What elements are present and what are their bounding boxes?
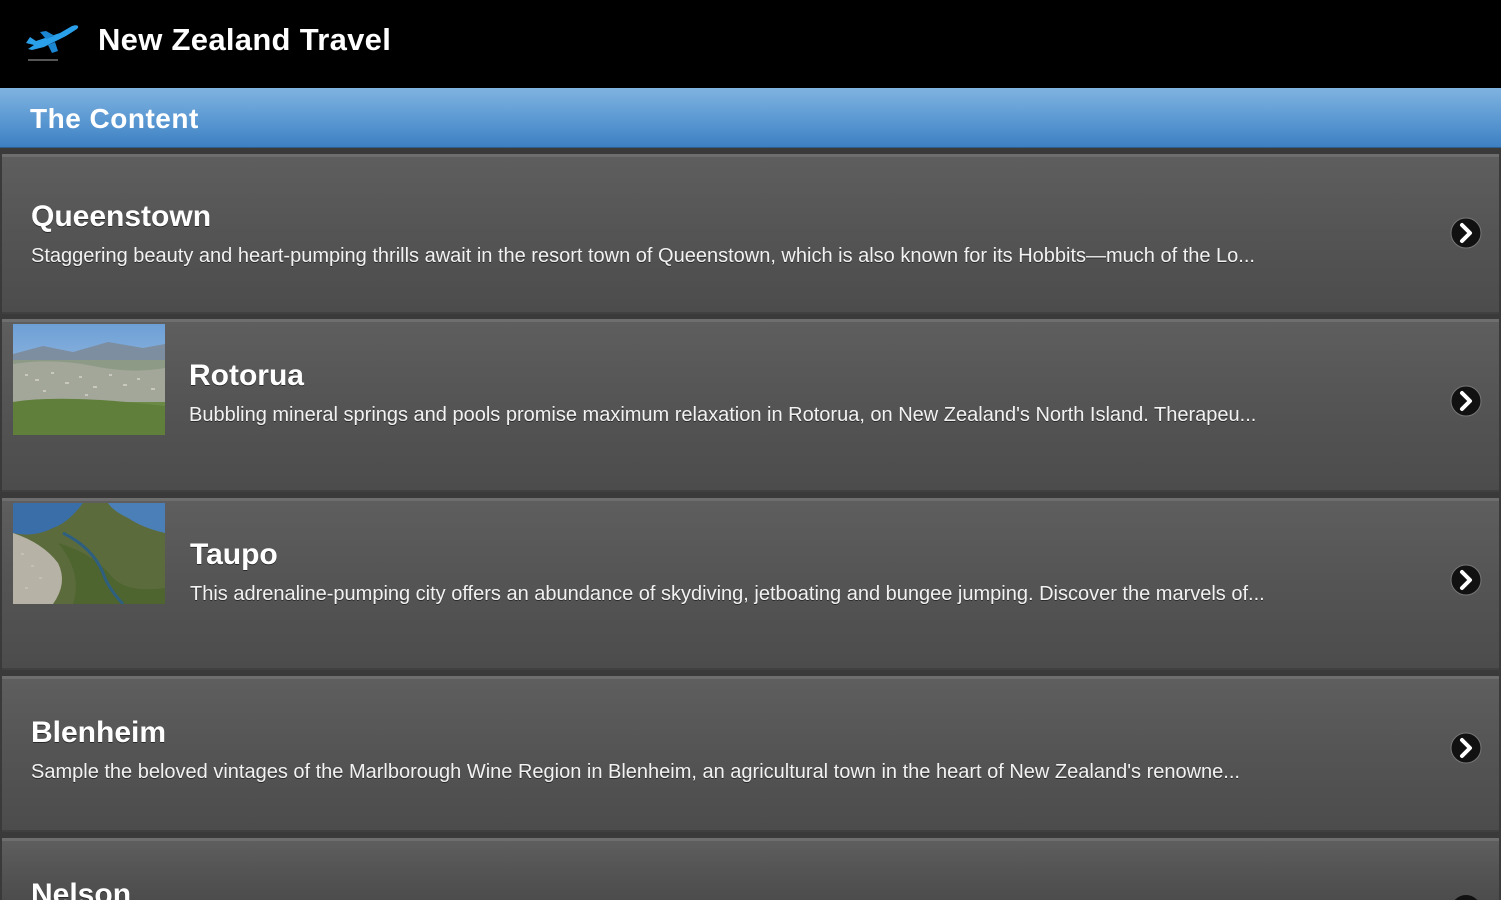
action-bar: New Zealand Travel (0, 0, 1501, 88)
section-title: The Content (30, 103, 199, 134)
chevron-right-icon[interactable] (1449, 731, 1483, 765)
list-item-rotorua[interactable]: Rotorua Bubbling mineral springs and poo… (2, 319, 1499, 492)
destination-list: Queenstown Staggering beauty and heart-p… (0, 149, 1501, 900)
chevron-right-icon[interactable] (1449, 893, 1483, 900)
taupo-thumbnail (13, 503, 165, 604)
item-title: Blenheim (31, 716, 167, 749)
list-item-taupo[interactable]: Taupo This adrenaline-pumping city offer… (2, 498, 1499, 670)
item-description: Sample the beloved vintages of the Marlb… (31, 761, 1240, 783)
item-title: Queenstown (31, 200, 212, 233)
item-description: Staggering beauty and heart-pumping thri… (31, 245, 1255, 267)
list-item-queenstown[interactable]: Queenstown Staggering beauty and heart-p… (2, 154, 1499, 314)
app-screen: New Zealand Travel The Content Queenstow… (0, 0, 1501, 900)
item-title: Taupo (190, 538, 278, 571)
chevron-right-icon[interactable] (1449, 563, 1483, 597)
chevron-right-icon[interactable] (1449, 384, 1483, 418)
item-description: Bubbling mineral springs and pools promi… (189, 404, 1257, 426)
item-title: Rotorua (189, 359, 304, 392)
app-title: New Zealand Travel (98, 22, 392, 57)
chevron-right-icon[interactable] (1449, 216, 1483, 250)
rotorua-thumbnail (13, 324, 165, 435)
list-item-blenheim[interactable]: Blenheim Sample the beloved vintages of … (2, 676, 1499, 832)
item-title: Nelson (31, 878, 132, 900)
list-item-nelson[interactable]: Nelson (2, 838, 1499, 900)
airplane-icon[interactable] (22, 20, 82, 64)
item-description: This adrenaline-pumping city offers an a… (190, 583, 1265, 605)
section-header: The Content (0, 88, 1501, 148)
